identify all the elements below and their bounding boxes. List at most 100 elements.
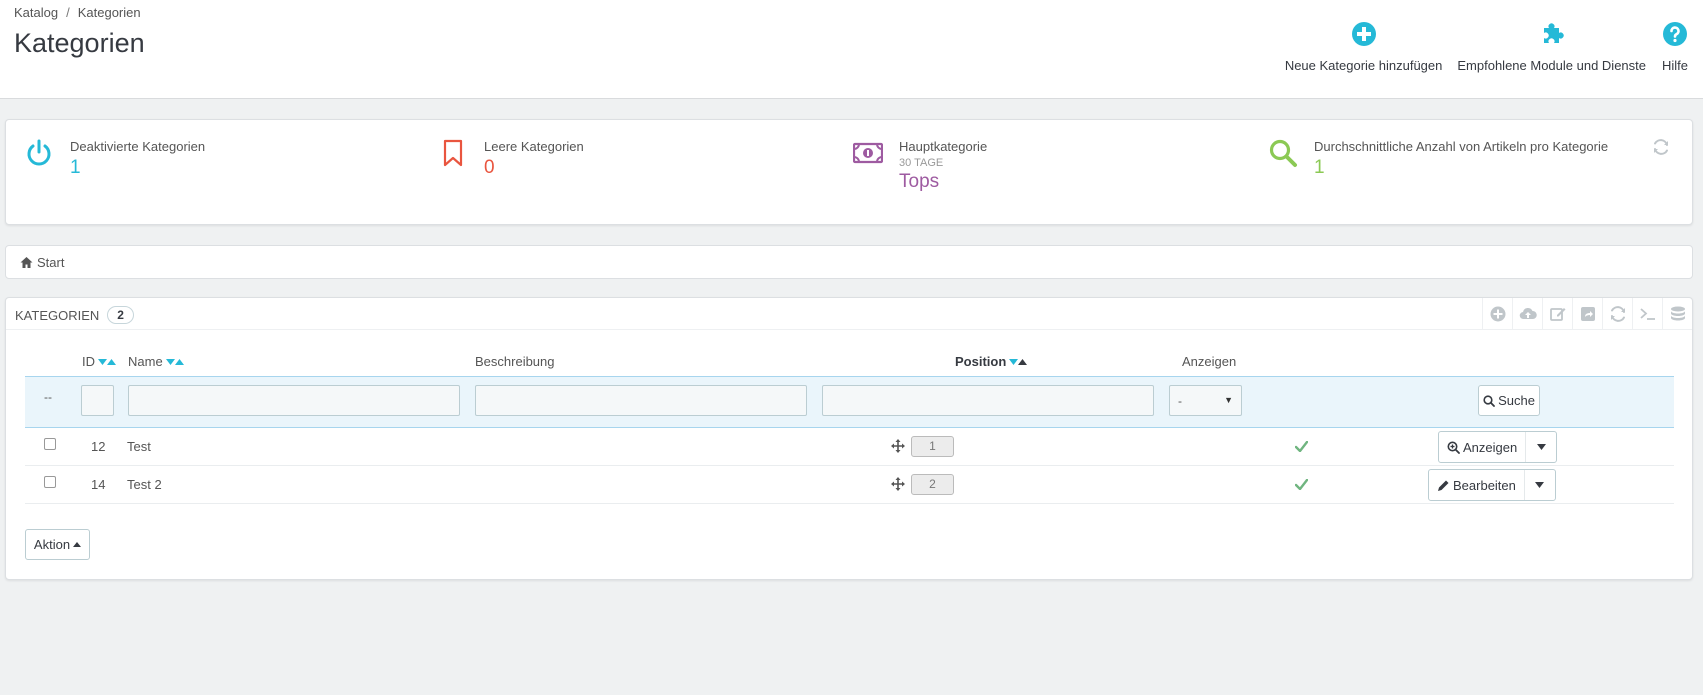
- filter-row: -- - ▼ Suche: [25, 376, 1674, 428]
- sort-control-id: [98, 358, 116, 365]
- row-action-group: Anzeigen: [1438, 431, 1558, 463]
- row-checkbox[interactable]: [44, 476, 56, 488]
- edit-tool[interactable]: [1542, 298, 1572, 330]
- breadcrumb-current[interactable]: Kategorien: [78, 5, 141, 20]
- breadcrumb-separator: /: [66, 5, 70, 20]
- page-header: Katalog / Kategorien Kategorien Neue Kateg…: [0, 0, 1703, 99]
- caret-up-icon: [73, 542, 82, 547]
- share-icon: [1580, 307, 1595, 321]
- kpi-top-category[interactable]: Hauptkategorie 30 TAGE Tops: [853, 138, 987, 194]
- sql-manager-tool[interactable]: [1662, 298, 1692, 330]
- kpi-disabled-label: Deaktivierte Kategorien: [70, 139, 206, 154]
- column-header-name: Name: [128, 354, 184, 369]
- breadcrumb-parent[interactable]: Katalog: [14, 5, 58, 20]
- cloud-upload-icon: [1519, 307, 1537, 320]
- table-header: ID Name Beschreibung Position Anzeigen: [25, 348, 1674, 376]
- export-tool[interactable]: [1572, 298, 1602, 330]
- refresh-icon: [1610, 306, 1625, 322]
- search-button-label: Suche: [1498, 393, 1535, 408]
- money-icon: [853, 142, 883, 164]
- row-action-dropdown[interactable]: [1526, 432, 1556, 462]
- row-checkbox[interactable]: [44, 438, 56, 450]
- home-icon: [20, 256, 33, 268]
- filter-position-input[interactable]: [822, 385, 1154, 416]
- help-label: Hilfe: [1661, 58, 1688, 73]
- import-tool[interactable]: [1512, 298, 1542, 330]
- row-name: Test 2: [127, 477, 162, 492]
- plus-circle-icon: [1351, 22, 1376, 46]
- view-button[interactable]: Anzeigen: [1439, 432, 1527, 462]
- panel-heading: Kategorien 2: [6, 298, 1692, 330]
- sort-control-position: [1009, 358, 1028, 365]
- column-id-label: ID: [82, 354, 95, 369]
- panel-title-text: Kategorien: [15, 307, 100, 323]
- row-position: 2: [911, 474, 954, 495]
- add-new-tool[interactable]: [1482, 298, 1512, 330]
- zoom-in-icon: [1447, 441, 1460, 454]
- puzzle-icon: [1543, 23, 1564, 43]
- sort-asc-active-icon[interactable]: [1018, 358, 1028, 365]
- drag-handle-icon[interactable]: [891, 477, 905, 491]
- column-description-label: Beschreibung: [475, 354, 555, 369]
- filter-dash: --: [44, 390, 52, 404]
- power-icon: [27, 139, 51, 166]
- column-header-description: Beschreibung: [475, 354, 555, 369]
- sort-asc-icon[interactable]: [107, 358, 116, 365]
- caret-down-icon: [1536, 444, 1546, 450]
- row-id: 14: [91, 477, 106, 492]
- database-icon: [1670, 306, 1685, 321]
- help-button[interactable]: Hilfe: [1661, 20, 1689, 73]
- bulk-action-label: Aktion: [33, 537, 71, 552]
- kpi-average-value: 1: [1314, 157, 1325, 178]
- plus-circle-icon: [1490, 306, 1505, 322]
- sort-asc-icon[interactable]: [174, 358, 184, 365]
- start-link[interactable]: Start: [37, 255, 64, 270]
- kpi-average-label: Durchschnittliche Anzahl von Artikeln pr…: [1314, 139, 1609, 154]
- sort-desc-icon[interactable]: [98, 358, 107, 365]
- kpi-empty-categories[interactable]: Leere Kategorien 0: [438, 138, 584, 180]
- table-row[interactable]: 12 Test 1 Anzeigen: [25, 428, 1674, 466]
- bulk-action-button[interactable]: Aktion: [25, 529, 90, 560]
- column-name-label: Name: [128, 354, 163, 369]
- count-badge: 2: [107, 306, 134, 324]
- row-action-dropdown[interactable]: [1525, 470, 1555, 500]
- kpi-empty-label: Leere Kategorien: [484, 139, 584, 154]
- filter-id-input[interactable]: [81, 385, 114, 416]
- filter-display-select[interactable]: - ▼: [1169, 385, 1242, 416]
- filter-name-input[interactable]: [128, 385, 460, 416]
- caret-down-icon: ▼: [1224, 395, 1233, 405]
- page-title: Kategorien: [14, 28, 145, 58]
- edit-button[interactable]: Bearbeiten: [1429, 470, 1525, 500]
- recommended-modules-button[interactable]: Empfohlene Module und Dienste: [1457, 20, 1646, 73]
- row-action-group: Bearbeiten: [1428, 469, 1556, 501]
- categories-table: ID Name Beschreibung Position Anzeigen -…: [25, 348, 1674, 504]
- add-category-button[interactable]: Neue Kategorie hinzufügen: [1284, 20, 1443, 73]
- kpi-top-label: Hauptkategorie: [899, 139, 988, 154]
- sql-query-tool[interactable]: [1632, 298, 1662, 330]
- page-toolbar: Neue Kategorie hinzufügen Empfohlene Mod…: [1285, 20, 1689, 73]
- caret-down-icon: [1535, 482, 1545, 488]
- recommended-modules-label: Empfohlene Module und Dienste: [1457, 58, 1646, 73]
- bookmark-icon: [443, 139, 463, 167]
- kpi-average-products[interactable]: Durchschnittliche Anzahl von Artikeln pr…: [1268, 138, 1608, 180]
- edit-button-label: Bearbeiten: [1453, 477, 1516, 493]
- refresh-icon[interactable]: [1652, 138, 1670, 156]
- add-category-label: Neue Kategorie hinzufügen: [1284, 58, 1443, 73]
- kpi-disabled-categories[interactable]: Deaktivierte Kategorien 1: [24, 138, 205, 180]
- refresh-list-tool[interactable]: [1602, 298, 1632, 330]
- question-circle-icon: [1663, 22, 1687, 46]
- sort-desc-icon[interactable]: [1009, 358, 1019, 365]
- table-row[interactable]: 14 Test 2 2 Bearbeiten: [25, 466, 1674, 504]
- search-button[interactable]: Suche: [1478, 385, 1540, 416]
- drag-handle-icon[interactable]: [891, 439, 905, 453]
- column-header-position: Position: [955, 354, 1028, 369]
- column-position-label: Position: [955, 354, 1007, 369]
- check-icon[interactable]: [1295, 479, 1308, 490]
- sort-desc-icon[interactable]: [165, 358, 175, 365]
- kpi-top-period: 30 TAGE: [899, 157, 944, 169]
- check-icon[interactable]: [1295, 441, 1308, 452]
- panel-tools: [1482, 298, 1692, 330]
- filter-description-input[interactable]: [475, 385, 807, 416]
- row-position: 1: [911, 436, 954, 457]
- column-header-display: Anzeigen: [1182, 354, 1236, 369]
